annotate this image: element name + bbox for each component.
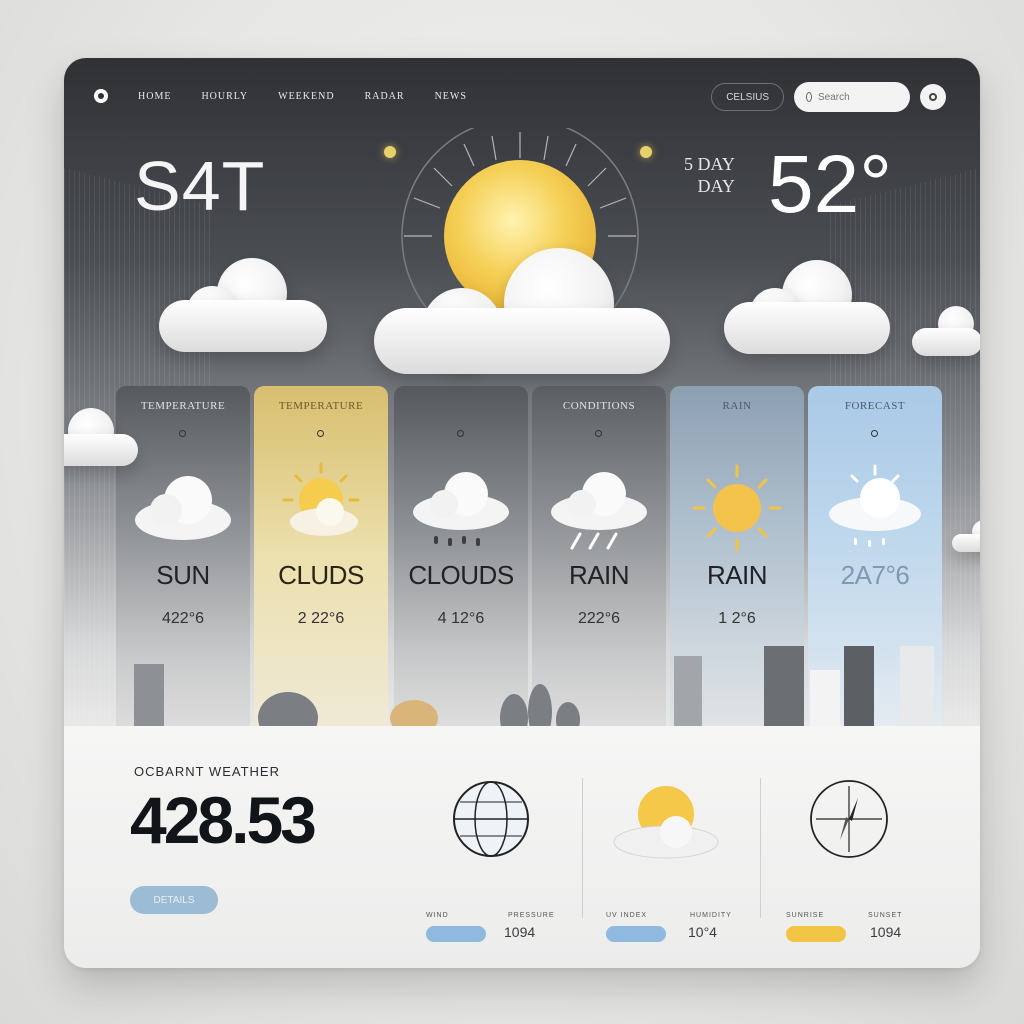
rain-cloud-icon	[413, 472, 509, 546]
uv-bar	[606, 926, 666, 942]
sun-icon	[692, 464, 782, 552]
sunrise-bar	[786, 926, 846, 942]
day-label: S4T	[134, 147, 266, 225]
settings-button[interactable]	[920, 84, 946, 110]
search-box[interactable]	[794, 82, 910, 112]
current-weather-value: 428.53	[130, 783, 317, 857]
search-icon	[806, 92, 812, 102]
nav-link-hourly[interactable]: HOURLY	[201, 91, 248, 102]
cloud-icon	[912, 306, 980, 358]
nav-link-weekend[interactable]: WEEKEND	[278, 91, 334, 102]
details-button[interactable]: DETAILS	[130, 886, 218, 914]
cloud-icon	[159, 258, 329, 358]
bottom-panel: OCBARNT WEATHER 428.53 DETAILS WIND PRES…	[64, 726, 980, 968]
cloud-icon	[374, 248, 674, 378]
compass-icon	[810, 780, 888, 858]
nav-link-home[interactable]: HOME	[138, 91, 171, 102]
cloud-icon	[952, 520, 980, 554]
current-temperature: 52°	[768, 139, 893, 230]
cloud-icon	[724, 260, 892, 360]
hero-panel: HOME HOURLY WEEKEND RADAR NEWS CELSIUS S…	[64, 58, 980, 766]
wind-bar	[426, 926, 486, 942]
storm-cloud-icon	[551, 472, 647, 550]
weather-dashboard: HOME HOURLY WEEKEND RADAR NEWS CELSIUS S…	[64, 58, 980, 968]
cloud-icon	[64, 408, 138, 468]
nav-link-radar[interactable]: RADAR	[365, 91, 405, 102]
top-nav: HOME HOURLY WEEKEND RADAR NEWS	[94, 84, 467, 108]
city-skyline	[134, 646, 934, 726]
logo-icon[interactable]	[94, 89, 108, 103]
forecast-label: 5 DAY DAY	[684, 154, 735, 196]
globe-icon	[453, 781, 529, 857]
search-input[interactable]	[818, 91, 898, 103]
nav-link-news[interactable]: NEWS	[435, 91, 467, 102]
gear-icon	[929, 93, 937, 101]
cloud-icon	[135, 476, 231, 540]
search-area: CELSIUS	[711, 82, 946, 112]
unit-toggle[interactable]: CELSIUS	[711, 83, 784, 111]
current-weather-label: OCBARNT WEATHER	[134, 764, 280, 779]
sun-rain-cloud-icon	[829, 464, 921, 547]
sun-cloud-icon	[282, 462, 360, 536]
sun-cloud-icon	[613, 786, 719, 859]
